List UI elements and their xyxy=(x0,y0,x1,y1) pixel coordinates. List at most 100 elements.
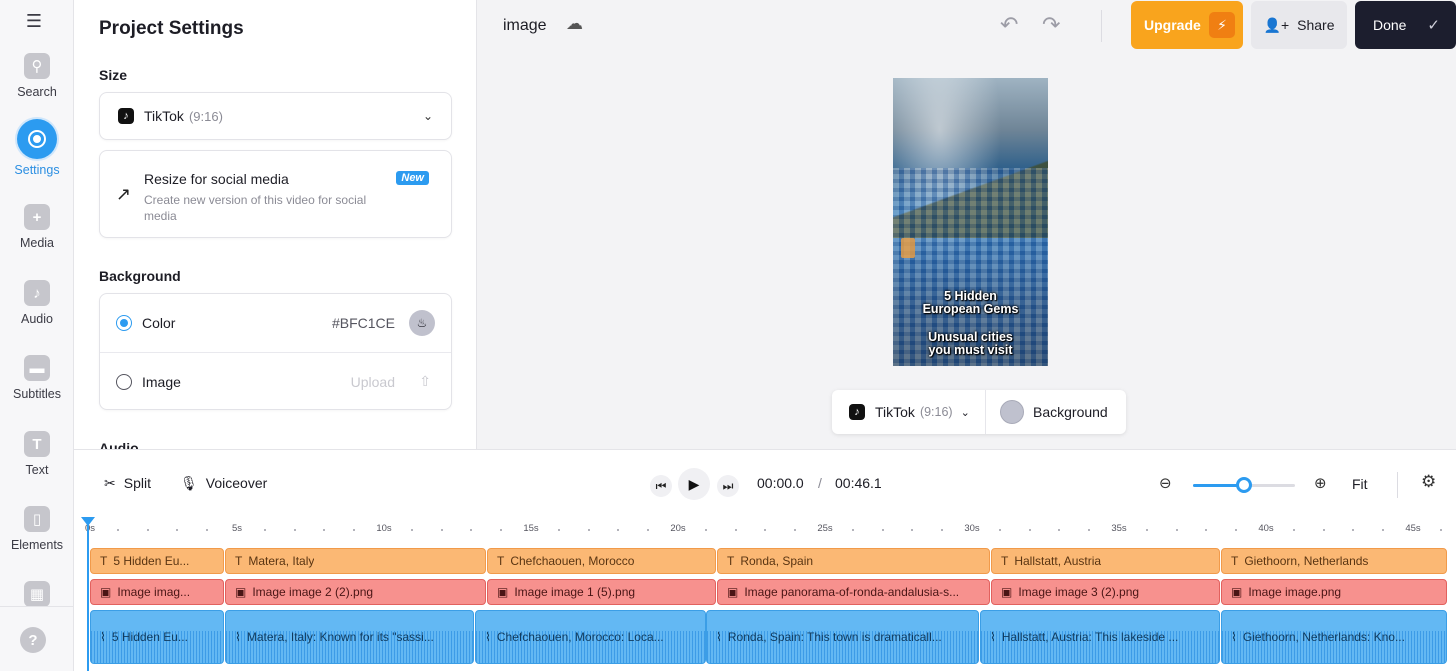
done-label: Done xyxy=(1373,17,1407,33)
aud-clip[interactable]: ⌇ Giethoorn, Netherlands: Kno... xyxy=(1221,610,1447,664)
split-button[interactable]: ✂ Split xyxy=(104,450,151,516)
ruler-label: 15s xyxy=(523,523,539,534)
ruler-tick xyxy=(617,529,620,531)
bg-image-radio[interactable] xyxy=(116,373,132,390)
toolbar-divider xyxy=(1101,10,1102,42)
text-clip[interactable]: T 5 Hidden Eu... xyxy=(90,548,224,574)
clip-label: Chefchaouen, Morocco: Loca... xyxy=(496,630,664,644)
canvas-size-select[interactable]: ♪ TikTok (9:16) ⌄ xyxy=(832,390,986,434)
ruler-tick xyxy=(146,529,149,531)
bg-color-radio[interactable] xyxy=(116,315,132,331)
subtitles-icon: ▬ xyxy=(24,355,50,381)
resize-icon: ↗ xyxy=(116,184,132,204)
ruler-tick xyxy=(705,529,708,531)
playhead[interactable] xyxy=(81,517,95,671)
fast-forward-icon[interactable]: ⏭ xyxy=(717,475,739,497)
done-button[interactable]: Done ✓ xyxy=(1355,1,1456,49)
add-person-icon: 👤+ xyxy=(1263,16,1290,33)
bg-color-option[interactable]: Color #BFC1CE ♨ xyxy=(100,294,451,352)
ruler-tick xyxy=(1028,529,1031,531)
rail-item-search[interactable]: ⚲ Search xyxy=(0,53,74,99)
caption-line: you must visit xyxy=(928,343,1013,357)
img-clip[interactable]: ▣ Image image 2 (2).png xyxy=(225,579,486,605)
aud-clip[interactable]: ⌇ Chefchaouen, Morocco: Loca... xyxy=(475,610,706,664)
zoom-out-icon[interactable]: ⊖ xyxy=(1159,474,1172,492)
clip-label: Image image 1 (5).png xyxy=(514,585,636,599)
canvas-caption-subtitle[interactable]: Unusual cities you must visit xyxy=(893,331,1048,357)
gear-icon[interactable]: ⚙ xyxy=(1421,472,1436,492)
canvas-background-button[interactable]: Background xyxy=(986,400,1108,424)
rail-item-subtitles[interactable]: ▬ Subtitles xyxy=(0,355,74,401)
elements-icon: ▯ xyxy=(24,506,50,532)
rail-item-settings[interactable]: Settings xyxy=(0,119,74,177)
waveform-icon: ⌇ xyxy=(235,630,241,644)
ruler-tick xyxy=(1087,529,1090,531)
ruler-tick xyxy=(1205,529,1208,531)
split-label: Split xyxy=(123,475,151,491)
ruler-tick xyxy=(911,529,914,531)
rail-item-elements[interactable]: ▯ Elements xyxy=(0,506,74,552)
project-name[interactable]: image xyxy=(503,17,547,35)
rail-item-audio[interactable]: ♪ Audio xyxy=(0,280,74,326)
clip-label: Chefchaouen, Morocco xyxy=(510,554,635,568)
waveform-icon: ⌇ xyxy=(485,630,491,644)
waveform-icon: ⌇ xyxy=(990,630,996,644)
size-ratio: (9:16) xyxy=(188,108,223,124)
aud-clip[interactable]: ⌇ Matera, Italy: Known for its "sassi... xyxy=(225,610,474,664)
upgrade-button[interactable]: Upgrade ⚡ xyxy=(1131,1,1243,49)
rewind-icon[interactable]: ⏮ xyxy=(650,475,672,497)
aud-clip[interactable]: ⌇ Ronda, Spain: This town is dramaticall.… xyxy=(706,610,979,664)
rail-item-label: Settings xyxy=(14,163,60,177)
play-icon[interactable]: ▶ xyxy=(678,468,710,500)
size-section-title: Size xyxy=(99,67,128,83)
text-icon: T xyxy=(1231,554,1239,568)
rail-item-templates[interactable]: ▦ xyxy=(0,581,74,606)
aud-clip[interactable]: ⌇ Hallstatt, Austria: This lakeside ... xyxy=(980,610,1220,664)
help-icon[interactable]: ? xyxy=(20,627,46,653)
redo-icon[interactable]: ↷ xyxy=(1042,12,1060,38)
img-clip[interactable]: ▣ Image image 1 (5).png xyxy=(487,579,716,605)
background-section-title: Background xyxy=(99,268,181,284)
image-icon: ▣ xyxy=(727,585,739,599)
time-ruler[interactable]: 0s 5s 10s 15s 20s 25s 30s 35s 40s 45s xyxy=(85,520,1448,542)
text-clip[interactable]: T Hallstatt, Austria xyxy=(991,548,1220,574)
rail-item-text[interactable]: T Text xyxy=(0,431,74,477)
img-clip[interactable]: ▣ Image panorama-of-ronda-andalusia-s... xyxy=(717,579,990,605)
voiceover-button[interactable]: 🎙 Voiceover xyxy=(180,450,267,516)
img-clip[interactable]: ▣ Image imag... xyxy=(90,579,224,605)
undo-icon[interactable]: ↶ xyxy=(1000,12,1018,38)
video-canvas[interactable]: 5 Hidden European Gems Unusual cities yo… xyxy=(883,67,1058,378)
image-icon: ▣ xyxy=(497,585,509,599)
text-clip[interactable]: T Chefchaouen, Morocco xyxy=(487,548,716,574)
canvas-size-value: TikTok xyxy=(875,404,915,420)
hamburger-menu-icon[interactable]: ☰ xyxy=(24,12,44,30)
canvas-caption-title[interactable]: 5 Hidden European Gems xyxy=(893,290,1048,316)
aud-clip[interactable]: ⌇ 5 Hidden Eu... xyxy=(90,610,224,664)
zoom-slider-handle[interactable] xyxy=(1236,477,1252,493)
bg-color-hex[interactable]: #BFC1CE xyxy=(332,315,395,331)
tiktok-icon: ♪ xyxy=(118,108,134,124)
zoom-slider[interactable] xyxy=(1193,477,1295,493)
img-clip[interactable]: ▣ Image image.png xyxy=(1221,579,1447,605)
ruler-tick xyxy=(999,529,1002,531)
share-button[interactable]: 👤+ Share xyxy=(1251,1,1347,49)
clip-label: Hallstatt, Austria: This lakeside ... xyxy=(1001,630,1179,644)
text-clip[interactable]: T Ronda, Spain xyxy=(717,548,990,574)
text-clip[interactable]: T Matera, Italy xyxy=(225,548,486,574)
ruler-tick xyxy=(293,529,296,531)
ruler-tick xyxy=(1293,529,1296,531)
paint-bucket-icon[interactable]: ♨ xyxy=(409,310,435,336)
img-clip[interactable]: ▣ Image image 3 (2).png xyxy=(991,579,1220,605)
text-clip[interactable]: T Giethoorn, Netherlands xyxy=(1221,548,1447,574)
bg-image-option[interactable]: Image Upload ⇧ xyxy=(100,352,451,410)
resize-for-social-card[interactable]: ↗ Resize for social media New Create new… xyxy=(99,150,452,238)
size-select[interactable]: ♪ TikTok (9:16) ⌄ xyxy=(99,92,452,140)
rail-item-media[interactable]: + Media xyxy=(0,204,74,250)
new-badge: New xyxy=(396,171,429,185)
ruler-tick xyxy=(1381,529,1384,531)
fit-button[interactable]: Fit xyxy=(1352,476,1368,492)
ruler-tick xyxy=(411,529,414,531)
zoom-in-icon[interactable]: ⊕ xyxy=(1314,474,1327,492)
ruler-tick xyxy=(470,529,473,531)
current-time: 00:00.0 xyxy=(757,475,804,491)
